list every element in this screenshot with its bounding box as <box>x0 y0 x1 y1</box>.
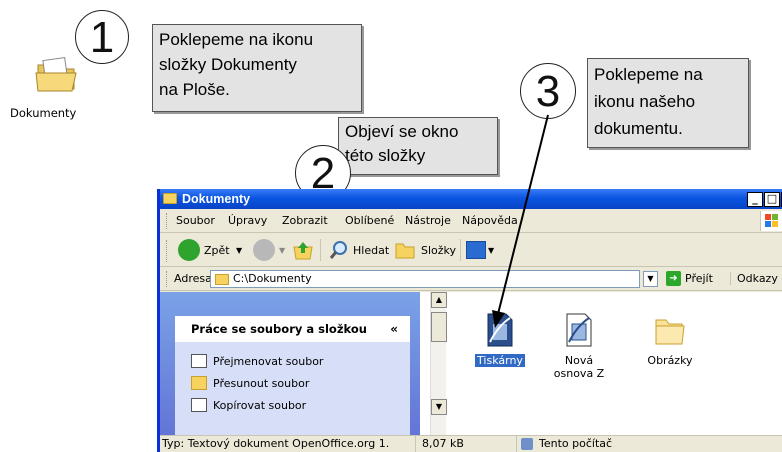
file-tasks-title: Práce se soubory a složkou <box>191 322 367 336</box>
menu-upravy[interactable]: Úpravy <box>228 209 267 233</box>
file-item[interactable]: Nová osnova Z <box>544 312 614 380</box>
status-size: 8,07 kB <box>422 437 464 450</box>
minimize-button[interactable]: _ <box>747 192 763 207</box>
vertical-scrollbar[interactable]: ▲ ▼ <box>430 292 447 435</box>
status-type: Typ: Textový dokument OpenOffice.org 1. <box>162 436 416 452</box>
status-bar: Typ: Textový dokument OpenOffice.org 1. … <box>160 435 782 452</box>
toolbar-separator <box>320 239 321 261</box>
explorer-window: Dokumenty _ □ x Soubor Úpravy Zobrazit O… <box>157 189 782 452</box>
computer-icon <box>521 438 533 450</box>
go-button[interactable]: Přejít <box>685 272 713 285</box>
scroll-down-button[interactable]: ▼ <box>431 399 447 415</box>
file-name: Obrázky <box>647 354 693 367</box>
task-move[interactable]: Přesunout soubor <box>213 377 309 390</box>
status-location-label: Tento počítač <box>539 437 613 450</box>
address-bar: Adresa C:\Dokumenty ▼ ➜ Přejít Odkazy <box>160 267 782 291</box>
links-button[interactable]: Odkazy <box>730 272 778 285</box>
folder-icon <box>163 193 177 204</box>
address-dropdown-icon[interactable]: ▼ <box>643 271 658 287</box>
forward-arrow-icon[interactable] <box>253 239 275 261</box>
scroll-up-button[interactable]: ▲ <box>431 292 447 308</box>
file-item[interactable]: Obrázky <box>630 312 710 367</box>
folder-content: Práce se soubory a složkou « Přejmenovat… <box>160 292 782 435</box>
desktop-icon-label: Dokumenty <box>10 106 77 120</box>
address-label: Adresa <box>174 272 212 285</box>
rename-icon <box>191 354 207 368</box>
status-location: Tento počítač <box>516 436 612 452</box>
views-icon[interactable] <box>466 241 486 259</box>
views-dropdown-icon[interactable]: ▼ <box>488 240 494 262</box>
step-1-number: 1 <box>75 10 129 64</box>
task-pane: Práce se soubory a složkou « Přejmenovat… <box>160 292 420 435</box>
toolbar-separator <box>460 239 461 261</box>
address-value: C:\Dokumenty <box>233 272 312 285</box>
folders-icon[interactable] <box>394 240 418 263</box>
copy-icon <box>191 398 207 412</box>
search-icon[interactable] <box>328 239 350 264</box>
step-2-callout: Objeví se okno této složky <box>338 117 498 175</box>
step-3-callout: Poklepeme na ikonu našeho dokumentu. <box>587 58 749 148</box>
file-tasks-header[interactable]: Práce se soubory a složkou « <box>175 316 410 342</box>
folders-button[interactable]: Složky <box>421 240 456 262</box>
go-arrow-icon[interactable]: ➜ <box>666 271 681 286</box>
maximize-button[interactable]: □ <box>764 192 780 207</box>
menu-zobrazit[interactable]: Zobrazit <box>282 209 328 233</box>
windows-logo-icon <box>760 211 782 231</box>
step-3-number: 3 <box>520 63 576 119</box>
folder-icon <box>655 319 685 345</box>
search-button[interactable]: Hledat <box>353 240 389 262</box>
document-icon <box>566 313 592 347</box>
collapse-icon[interactable]: « <box>390 316 398 342</box>
file-item[interactable]: Tiskárny <box>460 312 540 367</box>
menu-oblibene[interactable]: Oblíbené <box>345 209 394 233</box>
menu-napoveda[interactable]: Nápověda <box>462 209 518 233</box>
up-folder-icon[interactable] <box>292 239 314 264</box>
window-title: Dokumenty <box>182 192 251 206</box>
document-icon <box>487 313 513 347</box>
back-arrow-icon[interactable] <box>178 239 200 261</box>
back-dropdown-icon[interactable]: ▼ <box>236 240 242 262</box>
scroll-thumb[interactable] <box>431 312 447 342</box>
task-copy[interactable]: Kopírovat soubor <box>213 399 306 412</box>
menu-grip <box>166 213 169 229</box>
toolbar-grip <box>166 240 169 262</box>
address-grip <box>166 271 169 287</box>
forward-dropdown-icon[interactable]: ▼ <box>279 240 285 262</box>
file-name: Nová osnova Z <box>553 354 605 380</box>
file-tasks-panel: Práce se soubory a složkou « Přejmenovat… <box>175 316 410 435</box>
title-bar[interactable]: Dokumenty <box>160 189 782 209</box>
menu-bar: Soubor Úpravy Zobrazit Oblíbené Nástroje… <box>160 209 782 233</box>
step-1-callout: Poklepeme na ikonu složky Dokumenty na P… <box>152 24 362 112</box>
menu-nastroje[interactable]: Nástroje <box>405 209 451 233</box>
folder-icon <box>215 274 229 285</box>
back-button[interactable]: Zpět <box>204 240 230 262</box>
menu-soubor[interactable]: Soubor <box>176 209 215 233</box>
desktop-folder-icon[interactable] <box>30 55 88 95</box>
toolbar: Zpět ▼ ▼ Hledat Složky ▼ <box>160 233 782 267</box>
address-input[interactable]: C:\Dokumenty <box>210 270 640 288</box>
task-rename[interactable]: Přejmenovat soubor <box>213 355 323 368</box>
move-icon <box>191 376 207 390</box>
file-name: Tiskárny <box>475 354 525 367</box>
